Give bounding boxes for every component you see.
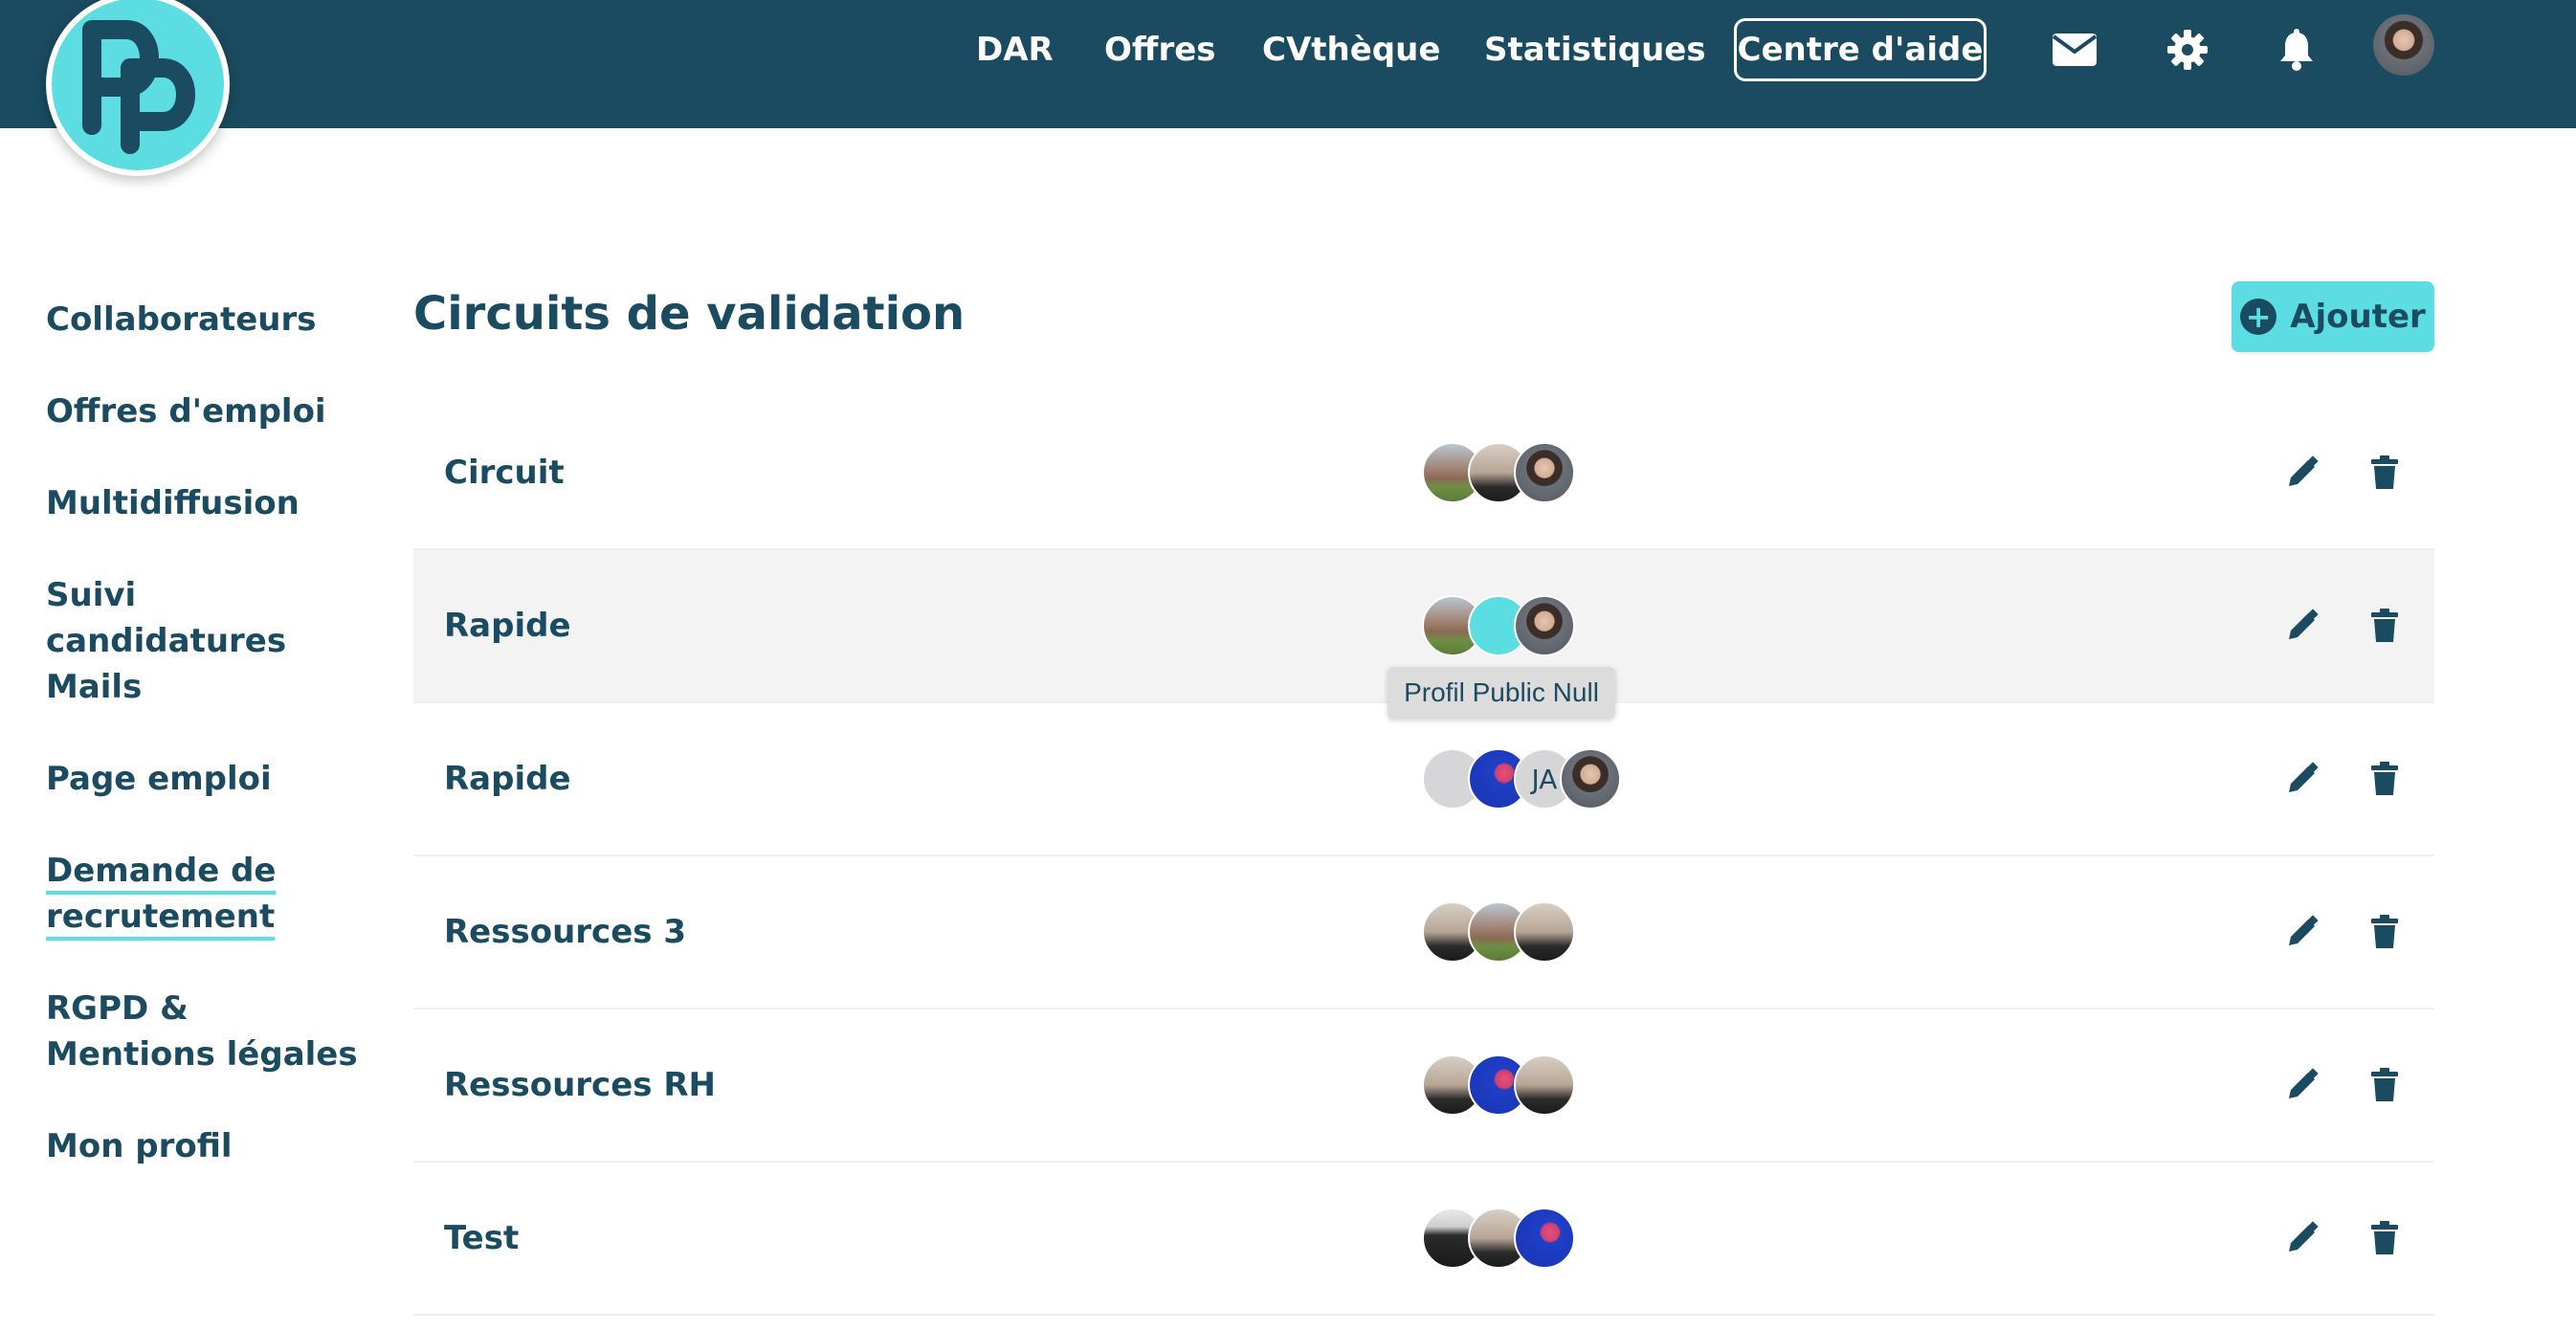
gear-icon[interactable]	[2163, 28, 2212, 72]
circuit-name: Circuit	[444, 454, 565, 492]
avatar-group	[1422, 442, 1575, 503]
nav-offres[interactable]: Offres	[1104, 31, 1216, 69]
trash-icon[interactable]	[2365, 454, 2404, 492]
sidebar-item-mon-profil[interactable]: Mon profil	[46, 1123, 362, 1169]
sidebar-item-mails[interactable]: Mails	[46, 664, 362, 710]
avatar-group: JA	[1422, 748, 1621, 809]
edit-pencil-icon[interactable]	[2283, 454, 2321, 492]
nav-cvtheque[interactable]: CVthèque	[1262, 31, 1440, 69]
avatar[interactable]	[1514, 901, 1575, 963]
add-button[interactable]: + Ajouter	[2232, 281, 2434, 352]
trash-icon[interactable]	[2365, 1219, 2404, 1257]
edit-pencil-icon[interactable]	[2283, 913, 2321, 951]
avatar[interactable]	[1514, 442, 1575, 503]
avatar-group	[1422, 595, 1575, 656]
circuit-name: Rapide	[444, 607, 571, 645]
avatar-tooltip: Profil Public Null	[1388, 667, 1615, 719]
sidebar-item-collaborateurs[interactable]: Collaborateurs	[46, 297, 362, 343]
sidebar-item-offres-emploi[interactable]: Offres d'emploi	[46, 388, 362, 434]
edit-pencil-icon[interactable]	[2283, 1066, 2321, 1104]
bell-icon[interactable]	[2272, 28, 2321, 72]
avatar[interactable]	[1514, 595, 1575, 656]
circuit-name: Ressources RH	[444, 1066, 716, 1104]
help-center-button[interactable]: Centre d'aide	[1734, 18, 1987, 81]
sidebar-item-demande-recrutement[interactable]: Demande de recrutement	[46, 848, 285, 940]
table-row[interactable]: Test	[413, 1163, 2434, 1316]
edit-pencil-icon[interactable]	[2283, 1219, 2321, 1257]
plus-circle-icon: +	[2240, 299, 2277, 335]
trash-icon[interactable]	[2365, 760, 2404, 798]
trash-icon[interactable]	[2365, 607, 2404, 645]
sidebar-item-page-emploi[interactable]: Page emploi	[46, 756, 362, 802]
table-row[interactable]: Circuit	[413, 397, 2434, 550]
sidebar-item-rgpd[interactable]: RGPD & Mentions légales	[46, 986, 362, 1077]
nav-statistiques[interactable]: Statistiques	[1484, 31, 1706, 69]
table-row[interactable]: Ressources 3	[413, 856, 2434, 1009]
sidebar-item-multidiffusion[interactable]: Multidiffusion	[46, 480, 362, 526]
edit-pencil-icon[interactable]	[2283, 607, 2321, 645]
app-logo[interactable]	[46, 0, 230, 176]
avatar[interactable]	[1514, 1054, 1575, 1116]
user-avatar[interactable]	[2373, 14, 2434, 76]
circuit-name: Rapide	[444, 760, 571, 798]
avatar-group	[1422, 1208, 1575, 1269]
sidebar-item-suivi-candidatures[interactable]: Suivi candidatures	[46, 572, 362, 664]
envelope-icon[interactable]	[2050, 28, 2099, 72]
table-row[interactable]: Ressources RH	[413, 1009, 2434, 1163]
trash-icon[interactable]	[2365, 913, 2404, 951]
trash-icon[interactable]	[2365, 1066, 2404, 1104]
avatar[interactable]	[1514, 1208, 1575, 1269]
circuit-name: Ressources 3	[444, 913, 686, 951]
nav-dar[interactable]: DAR	[976, 31, 1054, 69]
top-navigation-bar: DAR Offres CVthèque Statistiques Centre …	[0, 0, 2576, 128]
avatar-group	[1422, 901, 1575, 963]
avatar-group	[1422, 1054, 1575, 1116]
avatar[interactable]	[1560, 748, 1621, 809]
add-button-label: Ajouter	[2290, 298, 2426, 336]
edit-pencil-icon[interactable]	[2283, 760, 2321, 798]
circuit-name: Test	[444, 1219, 520, 1257]
page-title: Circuits de validation	[413, 287, 966, 341]
table-row[interactable]: Rapide JA	[413, 703, 2434, 856]
